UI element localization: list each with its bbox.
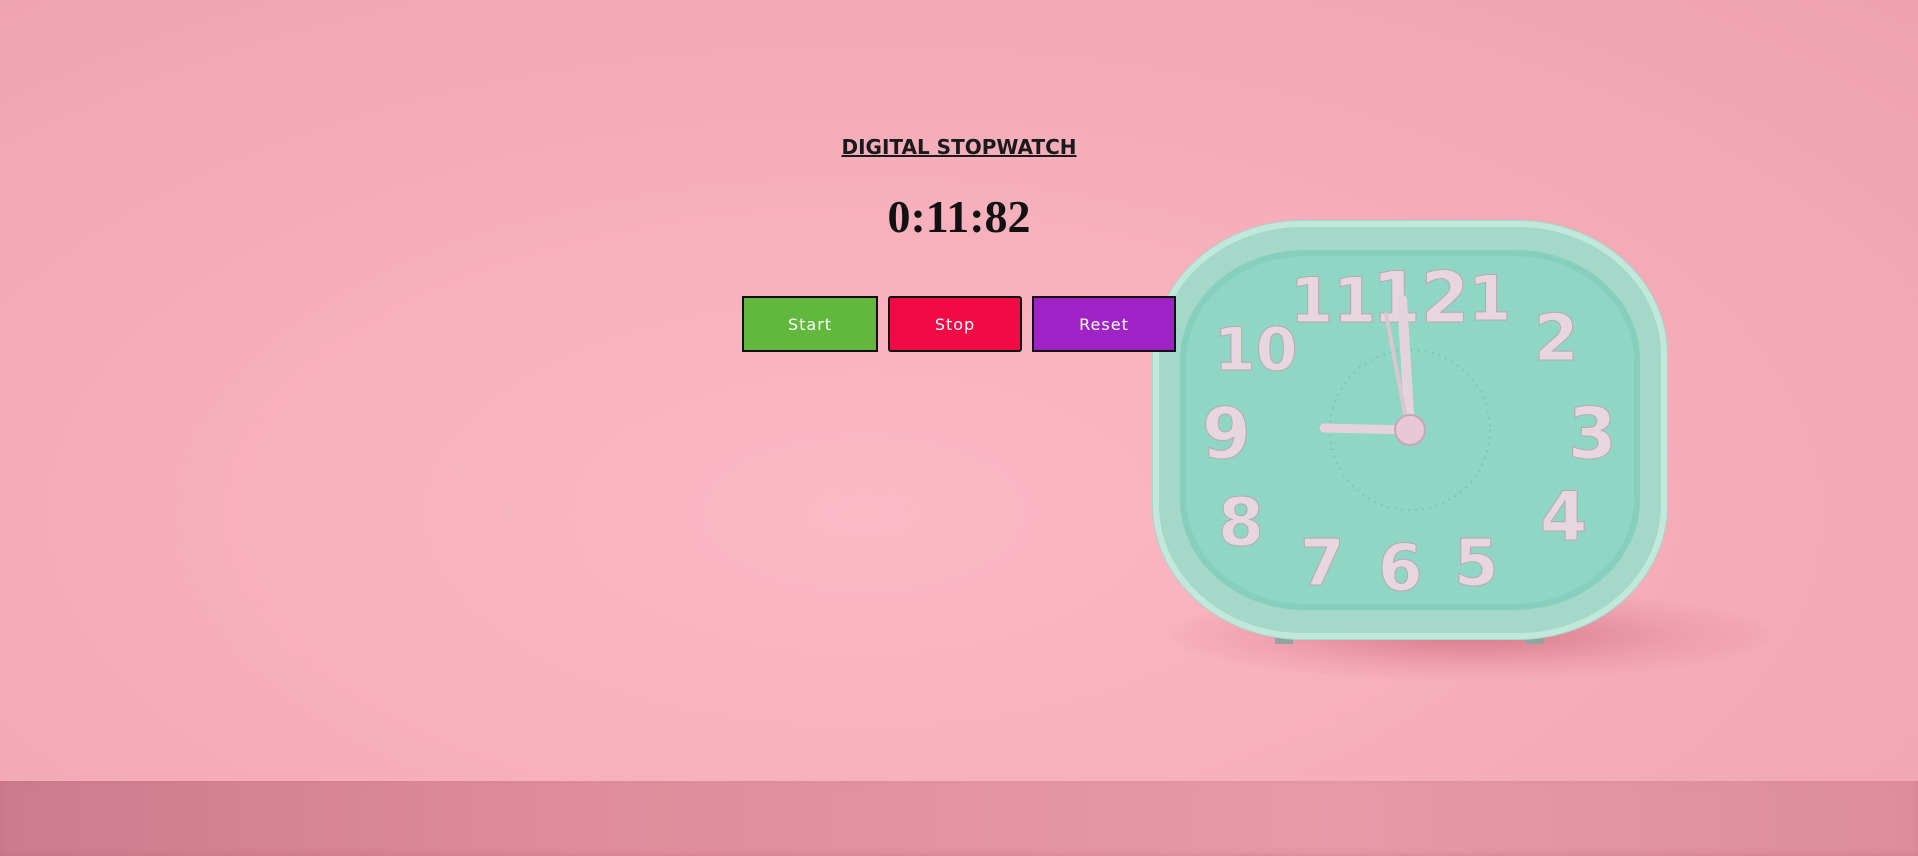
numeral-6: 6 (1378, 532, 1423, 606)
alarm-clock-photo: 12 1 2 3 4 5 6 7 8 9 10 11 (1152, 220, 1668, 644)
page-title: DIGITAL STOPWATCH (841, 135, 1077, 159)
numeral-1: 1 (1468, 262, 1511, 335)
numeral-11: 11 (1290, 264, 1376, 337)
numeral-10: 10 (1214, 315, 1298, 385)
numeral-9: 9 (1202, 393, 1251, 475)
background-floor (0, 781, 1918, 856)
start-button[interactable]: Start (742, 296, 878, 352)
numeral-2: 2 (1534, 302, 1579, 376)
stopwatch-time-display: 0:11:82 (887, 191, 1031, 242)
control-buttons: Start Stop Reset (742, 296, 1176, 352)
clock-center-pin (1394, 414, 1426, 446)
reset-button[interactable]: Reset (1032, 296, 1176, 352)
numeral-4: 4 (1540, 478, 1587, 557)
stop-button[interactable]: Stop (888, 296, 1022, 352)
numeral-5: 5 (1454, 527, 1499, 601)
numeral-3: 3 (1568, 393, 1617, 475)
numeral-8: 8 (1218, 484, 1264, 561)
numeral-7: 7 (1300, 527, 1345, 601)
